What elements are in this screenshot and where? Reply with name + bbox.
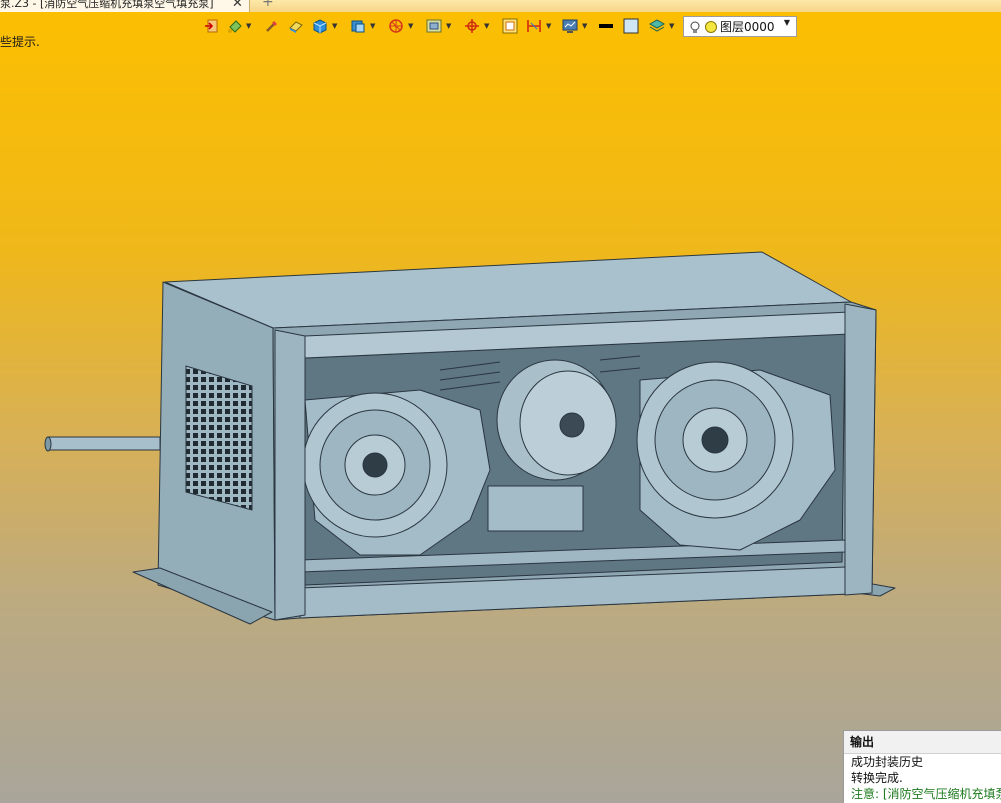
output-line: 成功封装历史 [851,755,924,769]
output-note: 注意: [消防空气压缩机充填泵 [851,787,1001,801]
compressor-model [44,251,896,625]
output-panel: 输出 成功封装历史 转换完成. 注意: [消防空气压缩机充填泵 [843,730,1001,803]
model-viewport[interactable] [0,0,1001,803]
output-line: 转换完成. [851,771,903,785]
output-panel-title: 输出 [844,731,1001,754]
